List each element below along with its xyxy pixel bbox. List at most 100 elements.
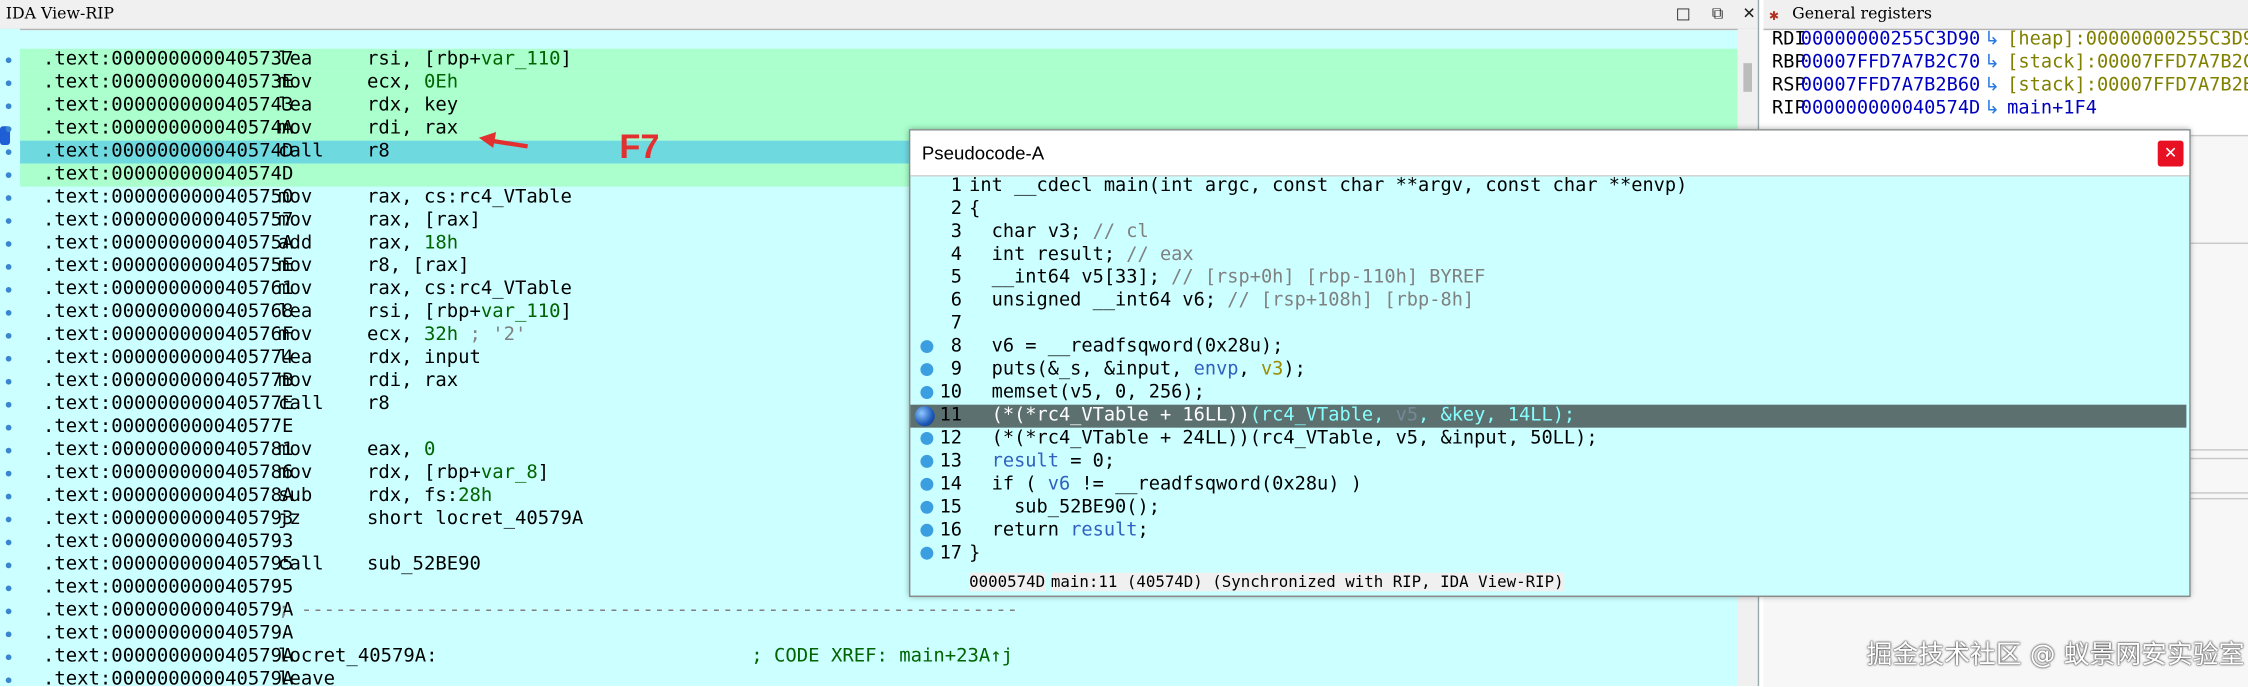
disasm-operand[interactable]: sub_52BE90 [367, 554, 481, 577]
line-dot-icon [5, 218, 12, 224]
pseudocode-text[interactable]: unsigned __int64 v6; // [rsp+108h] [rbp-… [969, 290, 1475, 313]
close-button[interactable]: ✕ [2157, 140, 2184, 167]
disasm-address: .text:0000000000405768 [43, 301, 294, 323]
disasm-address: .text:000000000040573E [43, 71, 294, 94]
disasm-operand[interactable]: rsi, [rbp+var_110] [367, 49, 572, 72]
pseudocode-line[interactable]: 15 sub_52BE90(); [910, 497, 2186, 520]
disasm-line[interactable]: .text:0000000000405743 lea rdx, key [20, 94, 1738, 118]
pseudocode-line[interactable]: 4 int result; // eax [910, 244, 2186, 267]
disasm-operand[interactable]: rdx, key [367, 95, 458, 118]
jump-arrow-icon[interactable]: ↳ [1984, 98, 2000, 121]
pseudocode-line[interactable]: 10 memset(v5, 0, 256); [910, 382, 2186, 405]
disasm-operand[interactable]: rax, 18h [367, 232, 458, 255]
pseudocode-text[interactable]: sub_52BE90(); [969, 497, 1160, 520]
pseudocode-line[interactable]: 13 result = 0; [910, 451, 2186, 474]
pseudocode-text[interactable]: (*(*rc4_VTable + 16LL))(rc4_VTable, v5, … [969, 405, 1576, 428]
pseudocode-text[interactable]: __int64 v5[33]; // [rsp+0h] [rbp-110h] B… [969, 267, 1486, 290]
pseudocode-text[interactable]: { [969, 198, 980, 221]
disasm-operand[interactable]: rsi, [rbp+var_110] [367, 301, 572, 324]
register-value[interactable]: 00007FFD7A7B2B60 [1801, 75, 1981, 98]
pseudocode-line[interactable]: 3 char v3; // cl [910, 221, 2186, 244]
pseudocode-line[interactable]: 1 int __cdecl main(int argc, const char *… [910, 175, 2186, 198]
register-value[interactable]: 000000000040574D [1801, 98, 1981, 121]
disasm-operand[interactable]: rdx, fs:28h [367, 485, 492, 508]
jump-arrow-icon[interactable]: ↳ [1984, 52, 2000, 75]
line-dot-icon [5, 378, 12, 385]
disasm-line[interactable]: .text:0000000000405737 lea rsi, [rbp+var_1… [20, 48, 1738, 72]
register-row[interactable]: RDI 00000000255C3D90 ↳ [heap]:00000000255C3… [1763, 29, 2248, 52]
register-row[interactable]: RSP 00007FFD7A7B2B60 ↳ [stack]:00007FFD7A7B… [1763, 75, 2248, 98]
jump-arrow-icon[interactable]: ↳ [1984, 75, 2000, 98]
line-number: 4 [950, 243, 963, 266]
disasm-operand[interactable]: rdx, input [367, 347, 481, 370]
disasm-address: .text:000000000040579A [43, 668, 294, 686]
pseudocode-line[interactable]: 5 __int64 v5[33]; // [rsp+0h] [rbp-110h]… [910, 267, 2186, 290]
register-value[interactable]: 00007FFD7A7B2C70 [1801, 52, 1981, 75]
disasm-line[interactable]: .text:000000000040579A locret_40579A: ; CO… [20, 646, 1738, 669]
disasm-operand[interactable]: rax, cs:rc4_VTable [367, 187, 572, 210]
red-arrow-icon [478, 132, 528, 149]
disasm-mnemonic: mov [278, 71, 313, 94]
register-row[interactable]: RBP 00007FFD7A7B2C70 ↳ [stack]:00007FFD7A7B… [1763, 52, 2248, 75]
disasm-operand[interactable]: rdx, [rbp+var_8] [367, 462, 549, 485]
register-value[interactable]: 00000000255C3D90 [1801, 29, 1981, 52]
disasm-line[interactable]: .text:000000000040573E mov ecx, 0Eh [20, 71, 1738, 95]
pseudocode-line[interactable]: 11 (*(*rc4_VTable + 16LL))(rc4_VTable, v… [910, 404, 2187, 428]
pseudocode-line[interactable]: 2{ [910, 198, 2186, 221]
register-hint[interactable]: [heap]:00000000255C3D9 [2007, 29, 2248, 52]
pseudocode-line[interactable]: 6 unsigned __int64 v6; // [rsp+108h] [rb… [910, 290, 2186, 313]
pseudocode-text[interactable]: v6 = __readfsqword(0x28u); [969, 336, 1284, 359]
maximize-icon[interactable]: □ [1672, 1, 1695, 27]
scrollbar-thumb[interactable] [1743, 63, 1752, 92]
line-number: 3 [950, 221, 963, 243]
disasm-operand[interactable]: r8 [367, 393, 390, 416]
jump-arrow-icon[interactable]: ↳ [1984, 29, 2000, 52]
pseudocode-line[interactable]: 8 v6 = __readfsqword(0x28u); [910, 336, 2186, 359]
code-xref-comment[interactable]: ; CODE XREF: main+23A↑j [751, 646, 1013, 669]
disasm-operand[interactable]: r8, [rax] [367, 255, 469, 278]
register-hint[interactable]: [stack]:00007FFD7A7B2B [2007, 75, 2248, 98]
line-number: 15 [939, 496, 963, 519]
disasm-operand[interactable]: eax, 0 [367, 439, 435, 462]
register-row[interactable]: RIP 000000000040574D ↳ main+1F4 [1763, 98, 2248, 121]
disasm-address: .text:000000000040576F [43, 324, 294, 346]
disasm-mnemonic: mov [278, 255, 313, 277]
pseudocode-text[interactable]: int __cdecl main(int argc, const char **… [969, 175, 1687, 198]
restore-icon[interactable]: ⧉ [1706, 1, 1729, 27]
disasm-operand[interactable]: rax, cs:rc4_VTable [367, 278, 572, 301]
pseudocode-text[interactable]: memset(v5, 0, 256); [969, 382, 1205, 405]
register-hint[interactable]: main+1F4 [2007, 98, 2097, 121]
pseudocode-text[interactable]: puts(&_s, &input, envp, v3); [969, 359, 1306, 382]
pseudocode-window[interactable]: Pseudocode-A ✕ 1 int __cdecl main(int arg… [908, 129, 2191, 598]
disasm-line[interactable]: .text:000000000040579A [20, 623, 1738, 646]
pseudocode-line[interactable]: 14 if ( v6 != __readfsqword(0x28u) ) [910, 474, 2186, 497]
disasm-operand[interactable]: ecx, 0Eh [367, 72, 458, 95]
pseudocode-text[interactable]: if ( v6 != __readfsqword(0x28u) ) [969, 474, 1362, 497]
line-dot-icon [5, 677, 12, 684]
disasm-mnemonic: mov [278, 324, 313, 346]
pseudocode-line[interactable]: 16 return result; [910, 520, 2186, 543]
pseudocode-title-bar[interactable]: Pseudocode-A ✕ [910, 130, 2190, 177]
pseudocode-text[interactable]: char v3; // cl [969, 221, 1149, 244]
pseudocode-status-bar: 0000574D main:11 (40574D) (Synchronized w… [969, 571, 1564, 594]
disasm-line[interactable]: .text:000000000040579A leave [20, 669, 1738, 686]
close-icon[interactable]: ✕ [1738, 1, 1758, 27]
disasm-operand[interactable]: ecx, 32h ; '2' [367, 324, 526, 347]
pseudocode-text[interactable]: return result; [969, 520, 1149, 543]
register-hint[interactable]: [stack]:00007FFD7A7B2C [2007, 52, 2248, 75]
pseudocode-line[interactable]: 9 puts(&_s, &input, envp, v3); [910, 359, 2186, 382]
disasm-operand[interactable]: r8 [367, 141, 390, 164]
pseudocode-line[interactable]: 12 (*(*rc4_VTable + 24LL))(rc4_VTable, v… [910, 428, 2186, 451]
disasm-operand[interactable]: short locret_40579A [367, 508, 583, 531]
pseudocode-text[interactable]: int result; // eax [969, 244, 1194, 267]
pseudocode-text[interactable]: result = 0; [969, 451, 1115, 474]
disasm-operand[interactable]: rdi, rax [367, 118, 458, 141]
disasm-line[interactable]: .text:000000000040579A; ----------------… [20, 600, 1738, 623]
disasm-address: .text:0000000000405757 [43, 209, 294, 232]
disasm-operand[interactable]: rax, [rax] [367, 210, 481, 233]
pseudocode-line[interactable]: 7 [910, 313, 2186, 336]
pseudocode-text[interactable]: } [969, 542, 980, 565]
pseudocode-text[interactable]: (*(*rc4_VTable + 24LL))(rc4_VTable, v5, … [969, 428, 1598, 451]
pseudocode-line[interactable]: 17} [910, 542, 2186, 565]
disasm-operand[interactable]: rdi, rax [367, 370, 458, 393]
